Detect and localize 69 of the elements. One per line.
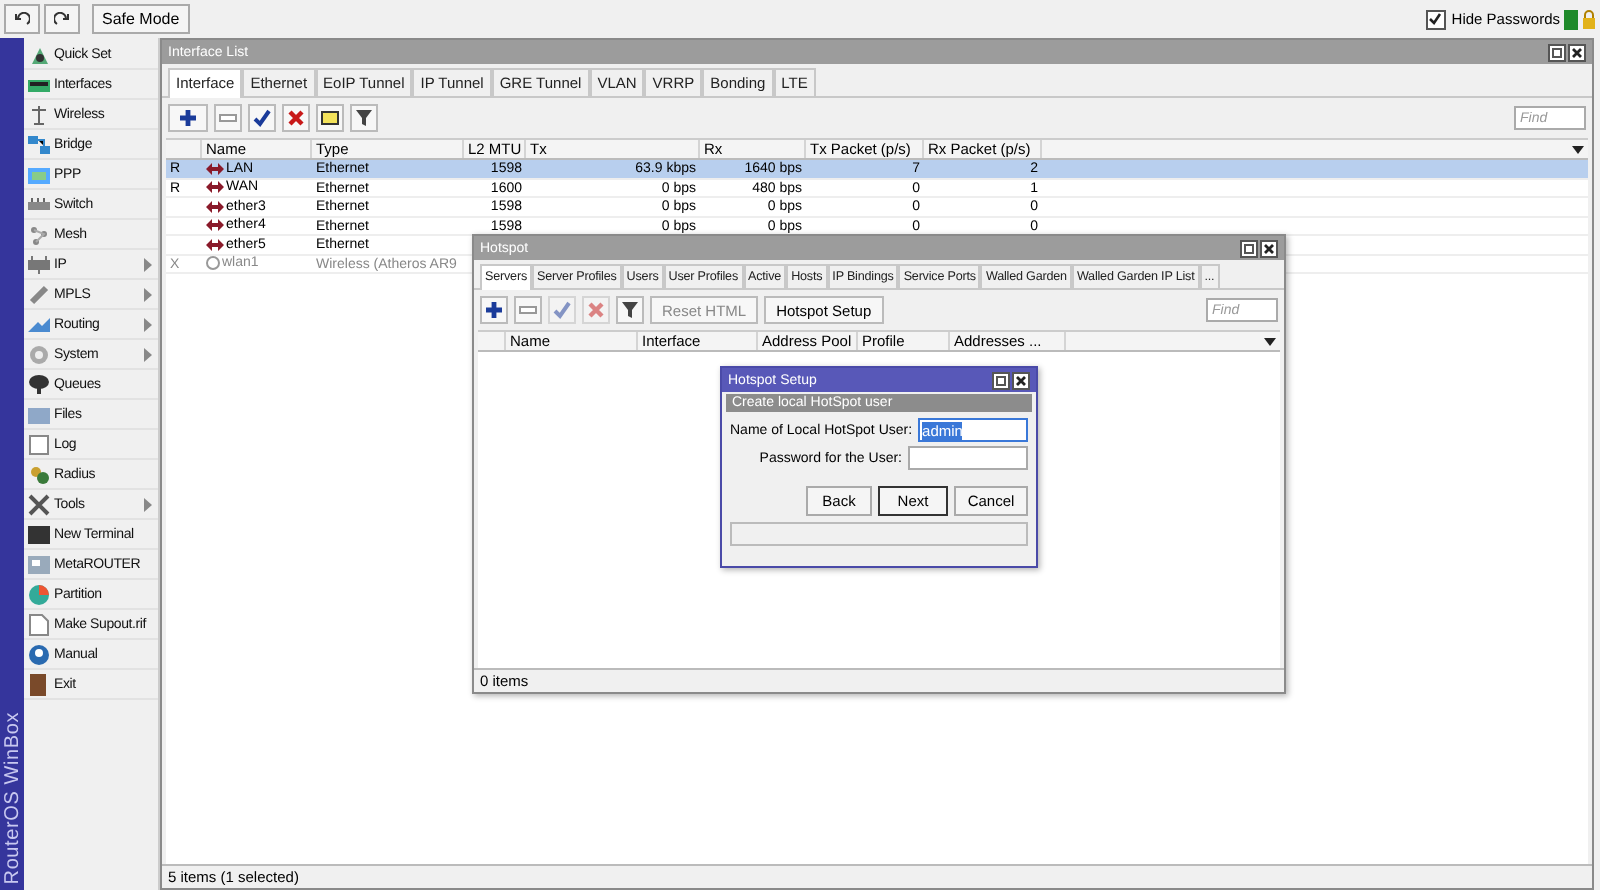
submenu-arrow-icon <box>144 257 152 271</box>
menu-icon <box>28 433 50 455</box>
menu-icon <box>28 253 50 275</box>
menu-icon <box>28 193 50 215</box>
menu-icon <box>28 493 50 515</box>
disable-icon <box>586 300 606 320</box>
add-button[interactable] <box>168 104 208 132</box>
menu-icon <box>28 673 50 695</box>
undo-icon <box>14 11 30 27</box>
menu-icon <box>28 463 50 485</box>
filter-button[interactable] <box>616 296 644 324</box>
restore-icon <box>1240 239 1258 257</box>
enable-icon <box>552 300 572 320</box>
check-icon <box>1428 12 1443 26</box>
ethernet-icon <box>206 218 224 233</box>
safe-mode-button[interactable]: Safe Mode <box>92 4 190 34</box>
brand-label: RouterOS WinBox <box>1 711 23 884</box>
menu-icon <box>28 283 50 305</box>
filter-button[interactable] <box>350 104 378 132</box>
menu-icon <box>28 223 50 245</box>
close-icon <box>1260 239 1278 257</box>
redo-icon <box>54 11 70 27</box>
close-icon <box>1568 43 1586 61</box>
add-icon <box>178 108 198 128</box>
dropdown-arrow-icon <box>1572 146 1584 154</box>
ethernet-icon <box>206 180 224 195</box>
submenu-arrow-icon <box>144 497 152 511</box>
filter-icon <box>354 108 374 128</box>
menu-icon <box>28 583 50 605</box>
menu-icon <box>28 313 50 335</box>
restore-icon <box>992 371 1010 389</box>
submenu-arrow-icon <box>144 287 152 301</box>
remove-icon <box>218 108 238 128</box>
submenu-arrow-icon <box>144 317 152 331</box>
lock-icon <box>1582 9 1596 29</box>
menu-icon <box>28 523 50 545</box>
close-icon <box>1012 371 1030 389</box>
menu-icon <box>28 43 50 65</box>
hide-passwords-checkbox[interactable] <box>1425 9 1446 29</box>
add-icon <box>484 300 504 320</box>
input-field[interactable] <box>908 446 1028 470</box>
menu-icon <box>28 133 50 155</box>
restore-icon <box>1548 43 1566 61</box>
enable-button[interactable] <box>248 104 276 132</box>
ethernet-icon <box>206 199 224 214</box>
enable-icon <box>252 108 272 128</box>
disable-icon <box>286 108 306 128</box>
wireless-icon <box>206 256 220 271</box>
menu-icon <box>28 103 50 125</box>
ethernet-icon <box>206 161 224 176</box>
comment-icon <box>320 108 340 128</box>
menu-icon <box>28 403 50 425</box>
menu-icon <box>28 373 50 395</box>
redo-button[interactable] <box>44 4 80 34</box>
menu-icon <box>28 163 50 185</box>
menu-icon <box>28 613 50 635</box>
ethernet-icon <box>206 237 224 252</box>
disable-button[interactable] <box>282 104 310 132</box>
menu-icon <box>28 343 50 365</box>
comment-button[interactable] <box>316 104 344 132</box>
menu-icon <box>28 553 50 575</box>
undo-button[interactable] <box>4 4 40 34</box>
submenu-arrow-icon <box>144 347 152 361</box>
add-button[interactable] <box>480 296 508 324</box>
menu-icon <box>28 643 50 665</box>
status-bar-icon <box>1564 9 1578 29</box>
filter-icon <box>620 300 640 320</box>
dropdown-arrow-icon <box>1264 338 1276 346</box>
remove-icon <box>518 300 538 320</box>
